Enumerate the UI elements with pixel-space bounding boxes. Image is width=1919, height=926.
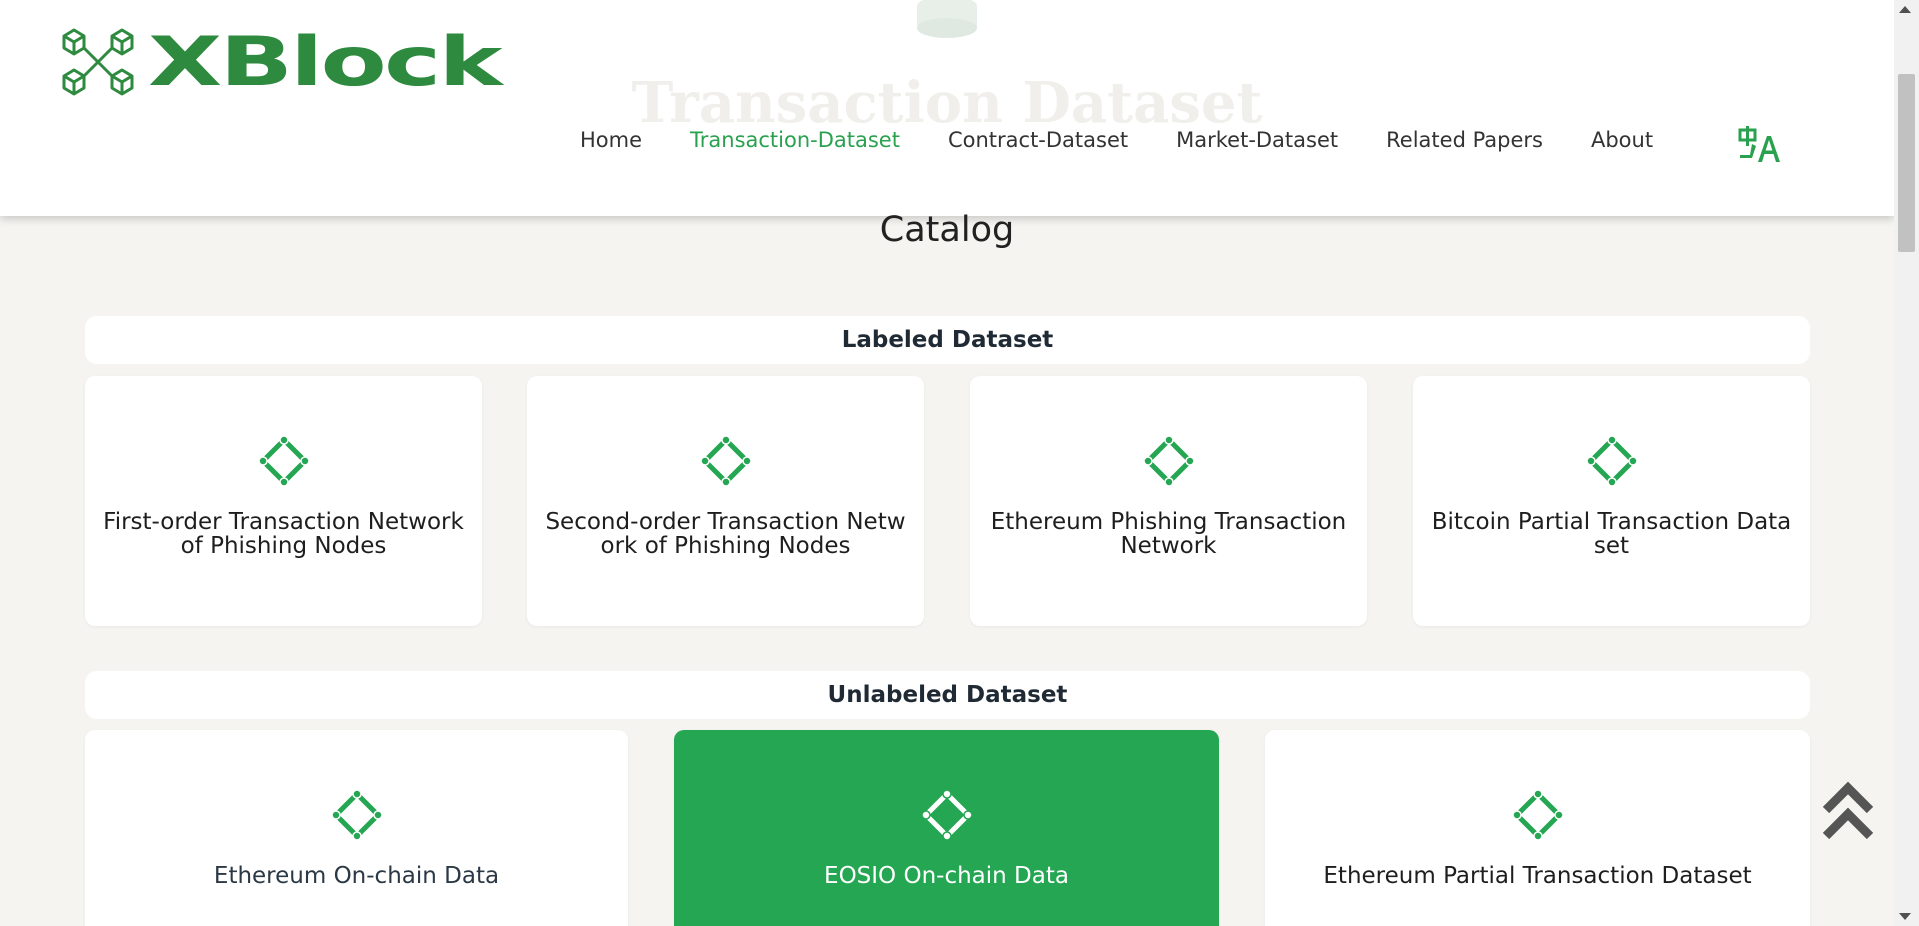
blocks-logo-icon [62, 28, 134, 96]
dataset-card-label: Bitcoin Partial Transaction Dataset [1431, 509, 1792, 559]
dataset-card[interactable]: Second-order Transaction Network of Phis… [527, 376, 924, 626]
nav-contract-dataset[interactable]: Contract-Dataset [948, 128, 1128, 152]
unlabeled-dataset-heading: Unlabeled Dataset [85, 671, 1810, 719]
back-to-top-icon[interactable] [1822, 780, 1874, 842]
dataset-card-label: Ethereum On-chain Data [213, 863, 500, 889]
site-logo[interactable]: XBlock [60, 26, 530, 98]
page: Transaction Dataset XBlock Home Transact… [0, 0, 1919, 926]
dataset-card[interactable]: Ethereum Phishing Transaction Network [970, 376, 1367, 626]
diamond-nodes-icon [330, 789, 383, 841]
diamond-nodes-icon [1585, 435, 1638, 487]
logo-text: XBlock [148, 22, 503, 102]
page-scrollbar[interactable] [1894, 0, 1919, 926]
nav-market-dataset[interactable]: Market-Dataset [1176, 128, 1338, 152]
diamond-nodes-icon [1511, 789, 1564, 841]
translate-icon[interactable] [1738, 124, 1782, 164]
scroll-down-arrow-icon[interactable] [1899, 913, 1911, 920]
dataset-card[interactable]: Bitcoin Partial Transaction Dataset [1413, 376, 1810, 626]
diamond-nodes-icon [1142, 435, 1195, 487]
dataset-card-highlighted[interactable]: EOSIO On-chain Data [674, 730, 1219, 926]
dataset-card-label: Second-order Transaction Network of Phis… [545, 509, 906, 559]
diamond-nodes-icon [699, 435, 752, 487]
dataset-card[interactable]: Ethereum Partial Transaction Dataset [1265, 730, 1810, 926]
scroll-up-arrow-icon[interactable] [1899, 6, 1911, 13]
database-icon [917, 0, 977, 38]
nav-related-papers[interactable]: Related Papers [1386, 128, 1543, 152]
dataset-card-label: Ethereum Partial Transaction Dataset [1323, 863, 1752, 889]
nav-home[interactable]: Home [580, 128, 642, 152]
nav-about[interactable]: About [1591, 128, 1653, 152]
diamond-nodes-icon [920, 789, 973, 841]
nav-transaction-dataset[interactable]: Transaction-Dataset [690, 128, 900, 152]
dataset-card[interactable]: First-order Transaction Network of Phish… [85, 376, 482, 626]
diamond-nodes-icon [257, 435, 310, 487]
dataset-card-label: EOSIO On-chain Data [824, 863, 1069, 889]
dataset-card-label: First-order Transaction Network of Phish… [103, 509, 464, 559]
labeled-dataset-heading: Labeled Dataset [85, 316, 1810, 364]
dataset-card-label: Ethereum Phishing Transaction Network [990, 509, 1347, 559]
dataset-card[interactable]: Ethereum On-chain Data [85, 730, 628, 926]
catalog-title: Catalog [879, 210, 1015, 250]
main-nav: Home Transaction-Dataset Contract-Datase… [580, 128, 1701, 152]
scroll-thumb[interactable] [1898, 74, 1915, 252]
site-header: Transaction Dataset XBlock Home Transact… [0, 0, 1894, 216]
